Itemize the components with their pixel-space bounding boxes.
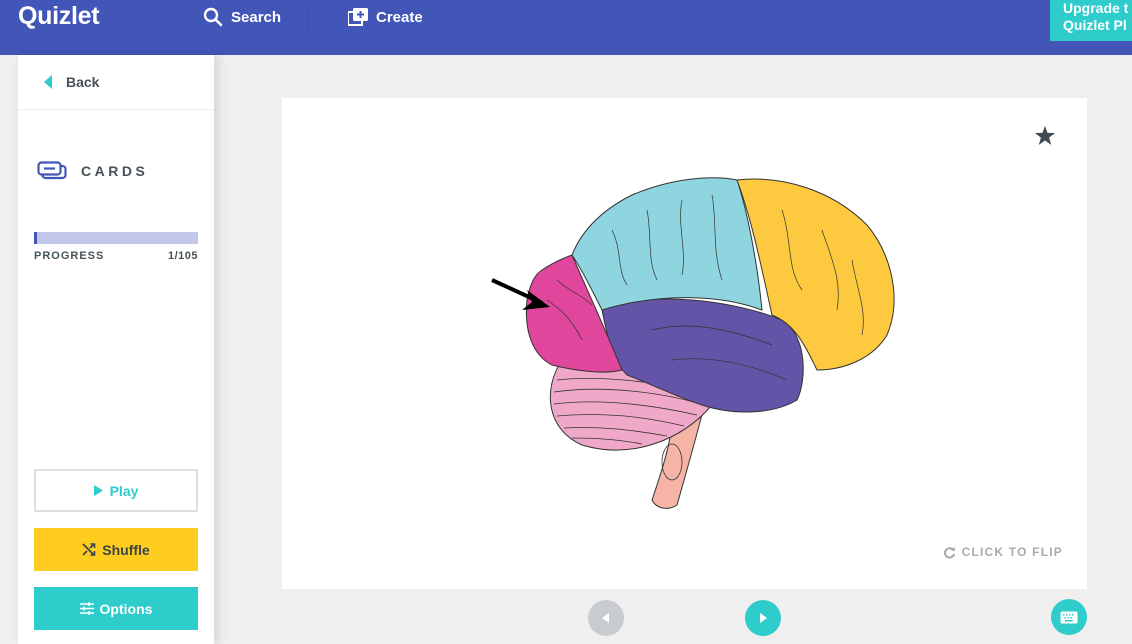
study-mode-header: CARDS (37, 161, 148, 181)
progress-bar (34, 232, 198, 244)
sidebar: Back CARDS PROGRESS 1/105 Play Shuffle O… (18, 55, 214, 644)
next-card-button[interactable] (745, 600, 781, 636)
star-icon[interactable] (1034, 125, 1056, 146)
flip-refresh-icon (943, 546, 955, 559)
nav-search-label: Search (231, 8, 282, 26)
parietal-lobe (571, 177, 763, 311)
nav-divider (308, 5, 309, 29)
progress-label: PROGRESS (34, 250, 105, 262)
quizlet-logo[interactable]: Quizlet (18, 2, 100, 31)
nav-search[interactable]: Search (203, 6, 281, 28)
progress-label-row: PROGRESS 1/105 (34, 250, 198, 262)
upgrade-label-line1: Upgrade t (1063, 0, 1129, 16)
progress-count: 1/105 (167, 250, 198, 262)
progress-fill (34, 232, 38, 244)
play-icon (93, 485, 103, 496)
back-arrow-icon (44, 75, 52, 89)
click-to-flip-hint[interactable]: CLICK TO FLIP (943, 545, 1063, 559)
flashcard[interactable]: CLICK TO FLIP (282, 98, 1087, 589)
play-button[interactable]: Play (34, 469, 198, 512)
top-navigation-bar: Quizlet Search Create Upgrade t Quizlet … (0, 0, 1132, 55)
options-sliders-icon (79, 602, 94, 615)
shuffle-icon (82, 543, 96, 556)
play-label: Play (109, 482, 139, 499)
back-button[interactable]: Back (18, 55, 214, 110)
keyboard-icon (1060, 611, 1078, 623)
create-icon (348, 8, 368, 26)
back-label: Back (66, 74, 100, 90)
shuffle-label: Shuffle (102, 541, 150, 558)
click-to-flip-label: CLICK TO FLIP (961, 545, 1063, 559)
shuffle-button[interactable]: Shuffle (34, 528, 198, 571)
nav-create[interactable]: Create (348, 6, 423, 28)
search-icon (203, 7, 223, 27)
options-label: Options (99, 600, 153, 617)
keyboard-shortcuts-button[interactable] (1051, 599, 1087, 635)
upgrade-label-line2: Quizlet Pl (1063, 17, 1127, 33)
study-mode-label: CARDS (81, 163, 149, 179)
chevron-right-icon (760, 613, 767, 623)
previous-card-button[interactable] (588, 600, 624, 636)
brain-diagram-image (491, 177, 895, 509)
chevron-left-icon (602, 613, 609, 623)
options-button[interactable]: Options (34, 587, 198, 630)
upgrade-button[interactable]: Upgrade t Quizlet Pl (1050, 0, 1132, 41)
nav-create-label: Create (376, 8, 423, 26)
cards-icon (37, 161, 67, 180)
